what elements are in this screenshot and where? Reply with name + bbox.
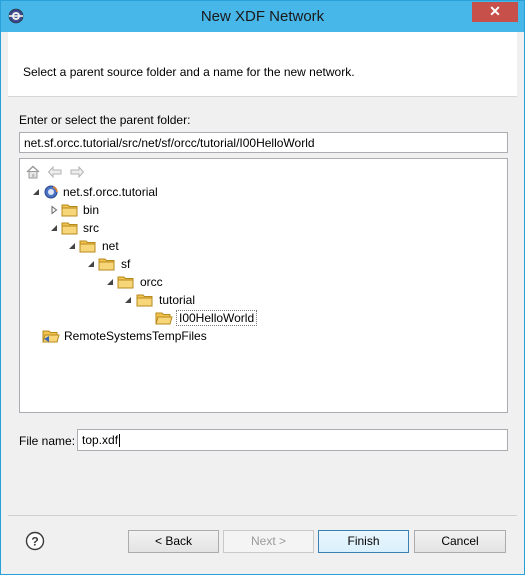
tree-item-i00helloworld[interactable]: I00HelloWorld <box>20 309 507 327</box>
svg-text:?: ? <box>31 535 38 549</box>
project-icon <box>44 185 58 199</box>
title-bar[interactable]: New XDF Network ✕ <box>1 1 524 32</box>
forward-arrow-icon[interactable] <box>69 165 85 179</box>
banner-separator <box>8 96 517 97</box>
expanded-arrow-icon[interactable] <box>49 223 59 233</box>
tree-item-label: RemoteSystemsTempFiles <box>64 329 207 343</box>
cancel-button[interactable]: Cancel <box>414 530 506 553</box>
folder-icon <box>61 204 78 217</box>
tree-item-label: I00HelloWorld <box>176 310 258 326</box>
tree-item-label: sf <box>121 257 131 271</box>
tree-item-tutorial[interactable]: tutorial <box>20 291 507 309</box>
folder-icon <box>136 294 153 307</box>
window-title: New XDF Network <box>200 8 325 25</box>
tree-item-sf[interactable]: sf <box>20 255 507 273</box>
folder-icon <box>61 222 78 235</box>
finish-button[interactable]: Finish <box>318 530 409 553</box>
close-icon: ✕ <box>489 3 501 19</box>
expanded-arrow-icon[interactable] <box>31 187 41 197</box>
tree-item-src[interactable]: src <box>20 219 507 237</box>
expanded-arrow-icon[interactable] <box>67 241 77 251</box>
parent-folder-input[interactable]: net.sf.orcc.tutorial/src/net/sf/orcc/tut… <box>19 132 508 153</box>
banner-message: Select a parent source folder and a name… <box>23 65 355 79</box>
tree-item-remotesystemstempfiles[interactable]: RemoteSystemsTempFiles <box>20 327 507 345</box>
tree-item-label: net.sf.orcc.tutorial <box>63 185 158 199</box>
expanded-arrow-icon[interactable] <box>123 295 133 305</box>
home-icon[interactable] <box>25 165 41 179</box>
tree-item-bin[interactable]: bin <box>20 201 507 219</box>
back-button[interactable]: < Back <box>128 530 219 553</box>
collapsed-arrow-icon[interactable] <box>49 205 59 215</box>
tree-item-label: net <box>102 239 119 253</box>
button-bar-separator <box>8 515 517 516</box>
folder-icon <box>79 240 96 253</box>
tree-item-orcc[interactable]: orcc <box>20 273 507 291</box>
back-arrow-icon[interactable] <box>47 165 63 179</box>
expanded-arrow-icon[interactable] <box>86 259 96 269</box>
help-icon[interactable]: ? <box>25 531 45 551</box>
remote-folder-icon <box>42 330 60 343</box>
tree-item-net[interactable]: net <box>20 237 507 255</box>
tree-item-label: tutorial <box>159 293 196 307</box>
tree-item-net-sf-orcc-tutorial[interactable]: net.sf.orcc.tutorial <box>20 183 507 201</box>
parent-folder-label: Enter or select the parent folder: <box>19 113 191 127</box>
file-name-input[interactable]: top.xdf <box>77 429 508 451</box>
folder-tree[interactable]: net.sf.orcc.tutorial bin src net sf orcc… <box>19 158 508 413</box>
folder-icon <box>117 276 134 289</box>
tree-item-label: src <box>83 221 99 235</box>
tree-item-label: bin <box>83 203 100 217</box>
close-button[interactable]: ✕ <box>472 2 518 22</box>
folder-icon <box>98 258 115 271</box>
file-name-label: File name: <box>19 434 76 448</box>
next-button[interactable]: Next > <box>223 530 314 553</box>
dialog-window: New XDF Network ✕ Select a parent source… <box>0 0 525 575</box>
expanded-arrow-icon[interactable] <box>105 277 115 287</box>
wizard-banner: Select a parent source folder and a name… <box>8 32 517 96</box>
folder-open-icon <box>155 312 173 325</box>
file-name-value: top.xdf <box>82 433 119 447</box>
tree-item-label: orcc <box>140 275 163 289</box>
text-cursor <box>119 434 121 448</box>
